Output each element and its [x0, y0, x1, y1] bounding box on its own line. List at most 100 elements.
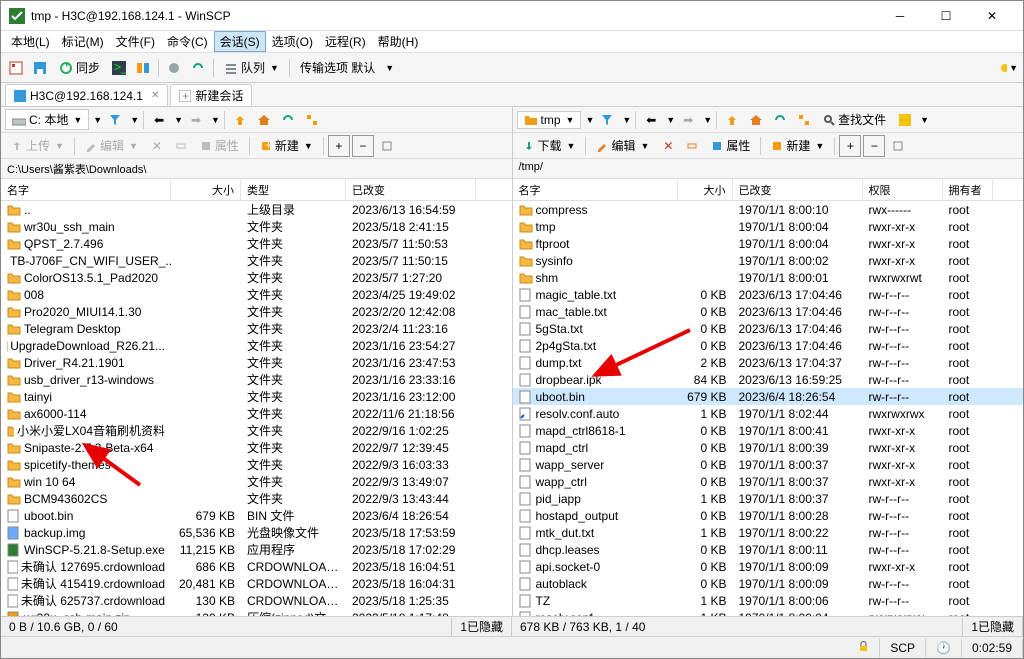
table-row[interactable]: sysinfo1970/1/1 8:00:02rwxr-xr-xroot — [513, 252, 1024, 269]
table-row[interactable]: mapd_ctrl0 KB1970/1/1 8:00:39rwxr-xr-xro… — [513, 439, 1024, 456]
chevron-down-icon[interactable]: ▼ — [93, 115, 102, 125]
local-home-icon[interactable] — [253, 109, 275, 131]
save-icon[interactable] — [29, 57, 51, 79]
remote-delete-icon[interactable]: ✕ — [657, 135, 679, 157]
close-tab-icon[interactable]: ✕ — [151, 90, 159, 101]
col-date[interactable]: 已改变 — [733, 179, 863, 200]
table-row[interactable]: ColorOS13.5.1_Pad2020文件夹2023/5/7 1:27:20 — [1, 269, 512, 286]
table-row[interactable]: wr30u_ssh_main文件夹2023/5/18 2:41:15 — [1, 218, 512, 235]
table-row[interactable]: uboot.bin679 KBBIN 文件2023/6/4 18:26:54 — [1, 507, 512, 524]
table-row[interactable]: wapp_ctrl0 KB1970/1/1 8:00:37rwxr-xr-xro… — [513, 473, 1024, 490]
col-name[interactable]: 名字 — [513, 179, 678, 200]
table-row[interactable]: pid_iapp1 KB1970/1/1 8:00:37rw-r--r--roo… — [513, 490, 1024, 507]
col-perm[interactable]: 权限 — [863, 179, 943, 200]
local-up-icon[interactable] — [229, 109, 251, 131]
table-row[interactable]: api.socket-00 KB1970/1/1 8:00:09rwxr-xr-… — [513, 558, 1024, 575]
table-row[interactable]: TZ1 KB1970/1/1 8:00:06rw-r--r--root — [513, 592, 1024, 609]
chevron-down-icon[interactable]: ▼ — [385, 63, 394, 73]
table-row[interactable]: resolv.conf1 KB1970/1/1 8:00:04rwxrwxrwx… — [513, 609, 1024, 616]
maximize-button[interactable]: ☐ — [923, 1, 969, 31]
tool-icon[interactable] — [163, 57, 185, 79]
remote-back-icon[interactable]: ⬅ — [640, 109, 662, 131]
table-row[interactable]: magic_table.txt0 KB2023/6/13 17:04:46rw-… — [513, 286, 1024, 303]
remote-props-button[interactable]: 属性 — [705, 135, 756, 156]
remote-edit-button[interactable]: 编辑▼ — [590, 135, 655, 156]
refresh-icon[interactable] — [187, 57, 209, 79]
table-row[interactable]: 未确认 127695.crdownload686 KBCRDOWNLOAD ..… — [1, 558, 512, 575]
remote-filter-icon[interactable] — [596, 109, 618, 131]
table-row[interactable]: tainyi文件夹2023/1/16 23:12:00 — [1, 388, 512, 405]
remote-all-icon[interactable] — [887, 135, 909, 157]
tab-new-session[interactable]: + 新建会话 — [170, 84, 252, 106]
menu-7[interactable]: 帮助(H) — [372, 31, 425, 52]
table-row[interactable]: mtk_dut.txt1 KB1970/1/1 8:00:22rw-r--r--… — [513, 524, 1024, 541]
table-row[interactable]: dhcp.leases0 KB1970/1/1 8:00:11rw-r--r--… — [513, 541, 1024, 558]
table-row[interactable]: mac_table.txt0 KB2023/6/13 17:04:46rw-r-… — [513, 303, 1024, 320]
table-row[interactable]: Telegram Desktop文件夹2023/2/4 11:23:16 — [1, 320, 512, 337]
col-date[interactable]: 已改变 — [346, 179, 476, 200]
bookmark-icon[interactable] — [5, 57, 27, 79]
table-row[interactable]: WinSCP-5.21.8-Setup.exe11,215 KB应用程序2023… — [1, 541, 512, 558]
local-minus-icon[interactable]: − — [352, 135, 374, 157]
local-forward-icon[interactable]: ➡ — [185, 109, 207, 131]
remote-tree-icon[interactable] — [793, 109, 815, 131]
table-row[interactable]: backup.img65,536 KB光盘映像文件2023/5/18 17:53… — [1, 524, 512, 541]
table-row[interactable]: 未确认 625737.crdownload130 KBCRDOWNLOAD ..… — [1, 592, 512, 609]
upload-button[interactable]: 上传▼ — [5, 135, 70, 156]
table-row[interactable]: usb_driver_r13-windows文件夹2023/1/16 23:33… — [1, 371, 512, 388]
minimize-button[interactable]: ─ — [877, 1, 923, 31]
local-filelist[interactable]: 名字 大小 类型 已改变 ..上级目录2023/6/13 16:54:59wr3… — [1, 179, 512, 616]
table-row[interactable]: dropbear.ipk84 KB2023/6/13 16:59:25rw-r-… — [513, 371, 1024, 388]
table-row[interactable]: autoblack0 KB1970/1/1 8:00:09rw-r--r--ro… — [513, 575, 1024, 592]
table-row[interactable]: BCM943602CS文件夹2022/9/3 13:43:44 — [1, 490, 512, 507]
table-row[interactable]: Pro2020_MIUI14.1.30文件夹2023/2/20 12:42:08 — [1, 303, 512, 320]
remote-filelist[interactable]: 名字 大小 已改变 权限 拥有者 compress1970/1/1 8:00:1… — [513, 179, 1024, 616]
remote-rename-icon[interactable] — [681, 135, 703, 157]
table-row[interactable]: mapd_ctrl8618-10 KB1970/1/1 8:00:41rwxr-… — [513, 422, 1024, 439]
table-row[interactable]: ..上级目录2023/6/13 16:54:59 — [1, 201, 512, 218]
remote-minus-icon[interactable]: − — [863, 135, 885, 157]
menu-1[interactable]: 标记(M) — [56, 31, 110, 52]
sync-button[interactable]: 同步 — [53, 57, 106, 78]
download-button[interactable]: 下载▼ — [517, 135, 582, 156]
tab-session[interactable]: H3C@192.168.124.1 ✕ — [5, 84, 168, 106]
table-row[interactable]: 5gSta.txt0 KB2023/6/13 17:04:46rw-r--r--… — [513, 320, 1024, 337]
table-row[interactable]: 小米小爱LX04音箱刷机资料文件夹2022/9/16 1:02:25 — [1, 422, 512, 439]
menu-3[interactable]: 命令(C) — [161, 31, 214, 52]
table-row[interactable]: spicetify-themes文件夹2022/9/3 16:03:33 — [1, 456, 512, 473]
table-row[interactable]: tmp1970/1/1 8:00:04rwxr-xr-xroot — [513, 218, 1024, 235]
local-delete-icon[interactable]: ✕ — [146, 135, 168, 157]
table-row[interactable]: win 10 64文件夹2022/9/3 13:49:07 — [1, 473, 512, 490]
menu-6[interactable]: 远程(R) — [319, 31, 372, 52]
table-row[interactable]: 008文件夹2023/4/25 19:49:02 — [1, 286, 512, 303]
col-size[interactable]: 大小 — [171, 179, 241, 200]
table-row[interactable]: resolv.conf.auto1 KB1970/1/1 8:02:44rwxr… — [513, 405, 1024, 422]
table-row[interactable]: wr30u_ssh-main.zip130 KB压缩(zipped)文件夹202… — [1, 609, 512, 616]
find-files-button[interactable]: 查找文件 — [817, 109, 892, 130]
local-tree-icon[interactable] — [301, 109, 323, 131]
table-row[interactable]: UpgradeDownload_R26.21...文件夹2023/1/16 23… — [1, 337, 512, 354]
col-type[interactable]: 类型 — [241, 179, 346, 200]
close-button[interactable]: ✕ — [969, 1, 1015, 31]
local-props-button[interactable]: 属性 — [194, 135, 245, 156]
local-rename-icon[interactable] — [170, 135, 192, 157]
table-row[interactable]: 未确认 415419.crdownload20,481 KBCRDOWNLOAD… — [1, 575, 512, 592]
local-back-icon[interactable]: ⬅ — [148, 109, 170, 131]
settings-icon[interactable]: ▼ — [997, 57, 1019, 79]
remote-dir-selector[interactable]: tmp▼ — [517, 111, 582, 129]
table-row[interactable]: QPST_2.7.496文件夹2023/5/7 11:50:53 — [1, 235, 512, 252]
table-row[interactable]: Driver_R4.21.1901文件夹2023/1/16 23:47:53 — [1, 354, 512, 371]
local-plus-icon[interactable]: + — [328, 135, 350, 157]
menu-4[interactable]: 会话(S) — [214, 31, 266, 52]
local-refresh-icon[interactable] — [277, 109, 299, 131]
table-row[interactable]: ax6000-114文件夹2022/11/6 21:18:56 — [1, 405, 512, 422]
remote-up-icon[interactable] — [721, 109, 743, 131]
table-row[interactable]: Snipaste-2.7.3-Beta-x64文件夹2022/9/7 12:39… — [1, 439, 512, 456]
local-drive-selector[interactable]: C: 本地▼ — [5, 109, 89, 130]
transfer-options[interactable]: 传输选项 默认 — [294, 57, 381, 78]
table-row[interactable]: compress1970/1/1 8:00:10rwx------root — [513, 201, 1024, 218]
compare-icon[interactable] — [132, 57, 154, 79]
queue-button[interactable]: 队列▼ — [218, 57, 285, 78]
table-row[interactable]: 2p4gSta.txt0 KB2023/6/13 17:04:46rw-r--r… — [513, 337, 1024, 354]
col-name[interactable]: 名字 — [1, 179, 171, 200]
